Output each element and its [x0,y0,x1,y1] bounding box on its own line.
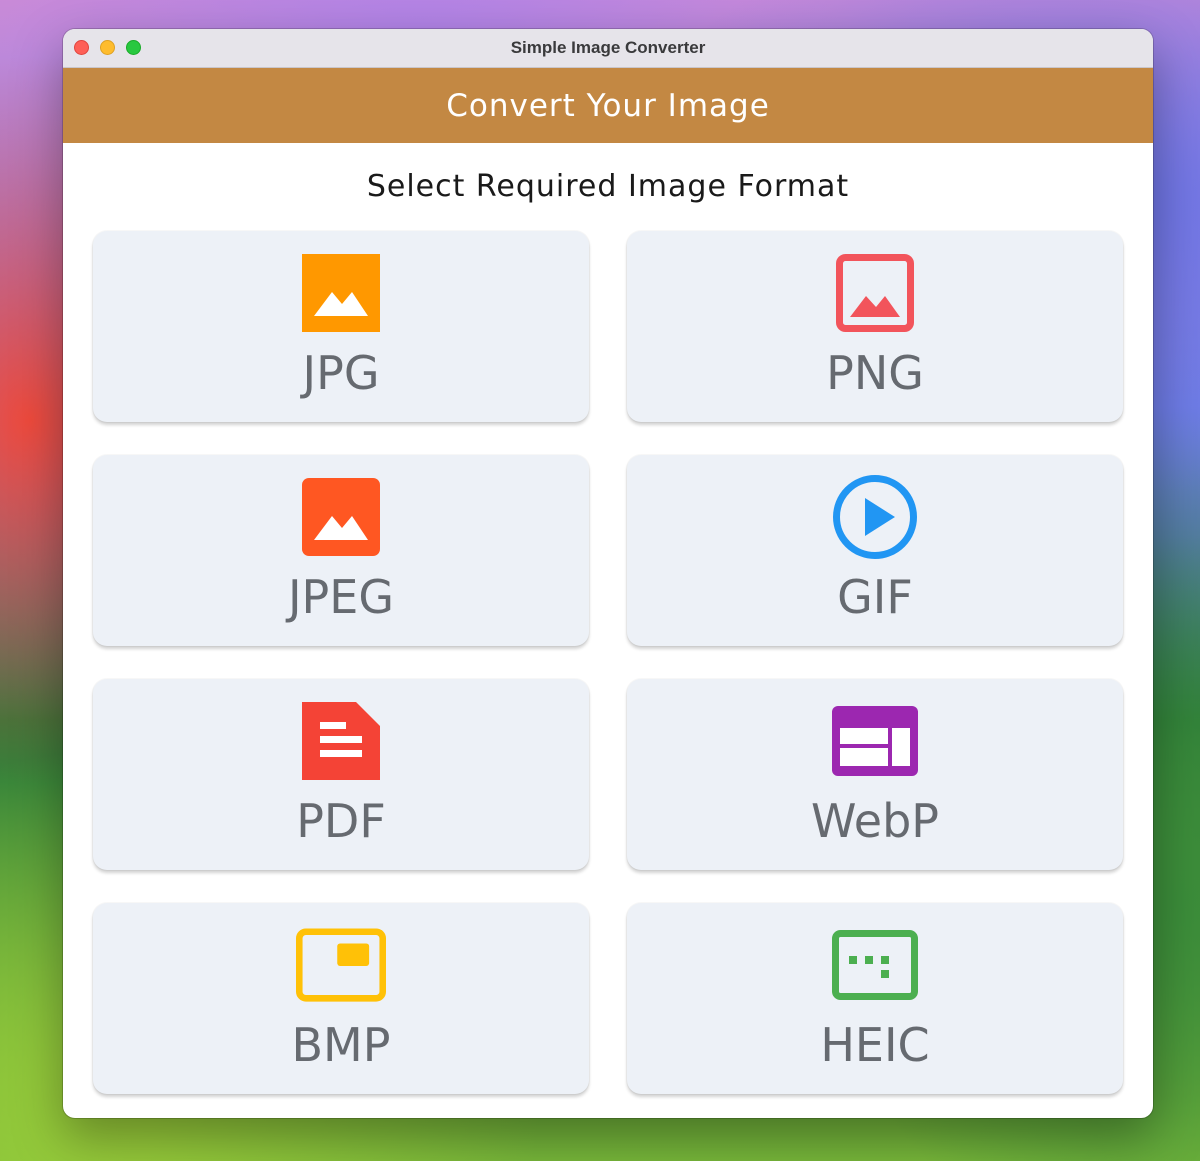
window-title: Simple Image Converter [510,38,706,57]
format-label: BMP [291,1018,391,1072]
page-subtitle: Select Required Image Format [366,169,850,204]
image-outline-icon [830,253,920,333]
play-circle-icon [830,475,920,559]
format-label: WebP [810,794,940,848]
format-label: JPG [302,346,380,400]
image-icon [296,477,386,557]
format-card-gif[interactable]: GIF [627,455,1123,646]
title-bar[interactable]: Simple Image Converter [63,29,1153,68]
format-card-webp[interactable]: WebP [627,679,1123,870]
minimize-window-button[interactable] [100,40,115,55]
format-grid: JPG PNG JPEG GIF PDF WebP BMP HEIC [93,231,1124,1094]
format-card-bmp[interactable]: BMP [93,903,589,1094]
app-window: Simple Image Converter Convert Your Imag… [63,29,1153,1118]
format-card-jpeg[interactable]: JPEG [93,455,589,646]
format-label: PNG [826,346,924,400]
format-card-jpg[interactable]: JPG [93,231,589,422]
format-label: HEIC [820,1018,930,1072]
maximize-window-button[interactable] [126,40,141,55]
dotted-frame-icon [830,925,920,1005]
web-layout-icon [830,701,920,781]
format-card-heic[interactable]: HEIC [627,903,1123,1094]
document-icon [296,701,386,781]
window-controls [74,40,141,55]
format-label: PDF [296,794,386,848]
header-title: Convert Your Image [446,87,770,124]
picture-in-picture-icon [296,925,386,1005]
format-card-pdf[interactable]: PDF [93,679,589,870]
format-label: JPEG [287,570,394,624]
close-window-button[interactable] [74,40,89,55]
format-card-png[interactable]: PNG [627,231,1123,422]
format-label: GIF [837,570,913,624]
image-icon [296,253,386,333]
app-header: Convert Your Image [63,68,1153,143]
